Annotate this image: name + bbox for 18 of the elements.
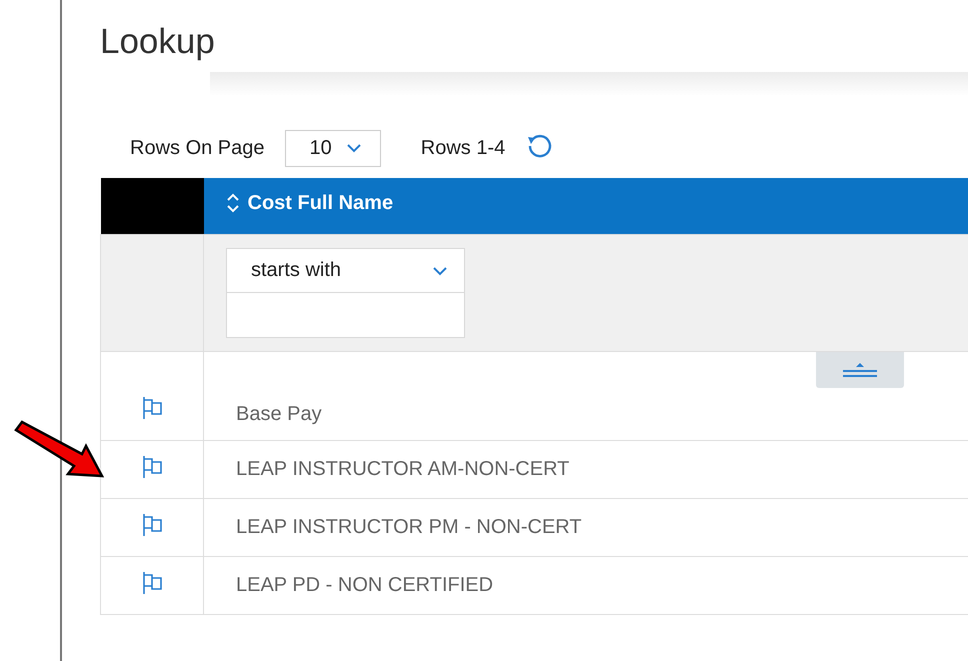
page-title: Lookup (100, 21, 216, 63)
column-header[interactable]: Cost Full Name (204, 178, 968, 234)
flag-icon[interactable] (141, 396, 163, 420)
cost-name-cell: LEAP INSTRUCTOR PM - NON-CERT (236, 516, 582, 538)
flag-icon[interactable] (141, 570, 163, 594)
collapse-icon (840, 362, 880, 378)
flag-icon[interactable] (141, 454, 163, 478)
rows-on-page-label: Rows On Page (130, 136, 265, 160)
chevron-down-icon (432, 266, 448, 276)
rows-range-label: Rows 1-4 (420, 136, 506, 160)
cost-name-cell: Base Pay (236, 403, 322, 425)
collapse-button[interactable] (816, 352, 904, 388)
sort-icon (226, 191, 240, 215)
cost-name-cell: LEAP PD - NON CERTIFIED (236, 574, 494, 596)
flag-icon[interactable] (141, 512, 163, 536)
rows-per-page-dropdown[interactable]: 10 (284, 130, 381, 166)
cost-name-cell: LEAP INSTRUCTOR AM-NON-CERT (236, 458, 570, 480)
chevron-down-icon (346, 143, 362, 153)
